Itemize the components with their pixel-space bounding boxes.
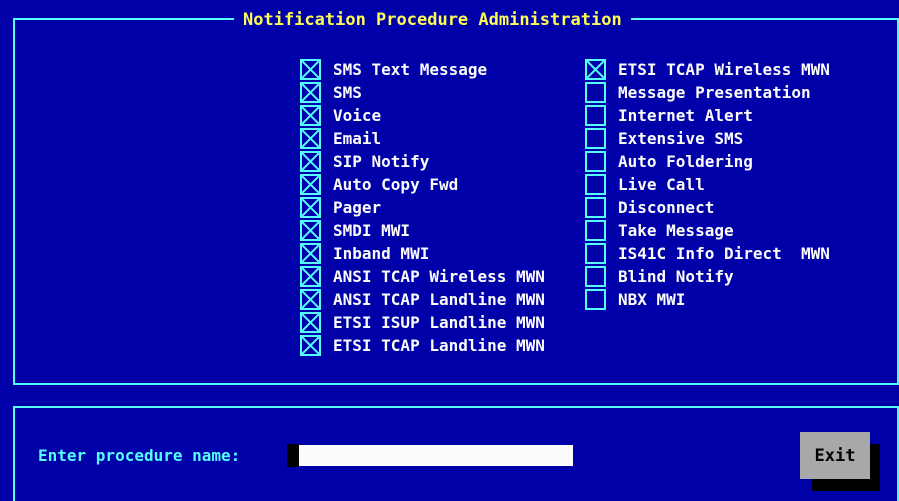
procedure-option-label: Take Message <box>618 221 734 240</box>
check-x-icon <box>587 61 604 78</box>
procedure-option[interactable]: Live Call <box>585 173 705 196</box>
procedure-option[interactable]: Extensive SMS <box>585 127 743 150</box>
check-x-icon <box>302 291 319 308</box>
checkbox-checked[interactable] <box>300 266 321 287</box>
procedure-option-label: ETSI TCAP Landline MWN <box>333 336 545 355</box>
procedure-option[interactable]: ANSI TCAP Landline MWN <box>300 288 545 311</box>
check-x-icon <box>302 153 319 170</box>
check-x-icon <box>302 84 319 101</box>
procedure-name-label: Enter procedure name: <box>38 446 241 465</box>
checkbox-unchecked[interactable] <box>585 220 606 241</box>
check-x-icon <box>302 130 319 147</box>
procedure-option-label: SMDI MWI <box>333 221 411 240</box>
checkbox-checked[interactable] <box>300 151 321 172</box>
text-cursor <box>287 444 299 467</box>
check-x-icon <box>302 176 319 193</box>
procedure-option[interactable]: Email <box>300 127 381 150</box>
checkbox-unchecked[interactable] <box>585 289 606 310</box>
procedure-option-label: Message Presentation <box>618 83 811 102</box>
procedure-option[interactable]: Take Message <box>585 219 734 242</box>
checkbox-checked[interactable] <box>300 289 321 310</box>
procedure-option-label: Email <box>333 129 382 148</box>
check-x-icon <box>302 199 319 216</box>
check-x-icon <box>302 222 319 239</box>
procedure-option[interactable]: IS41C Info Direct MWN <box>585 242 830 265</box>
procedure-option[interactable]: Message Presentation <box>585 81 811 104</box>
procedure-option[interactable]: Voice <box>300 104 381 127</box>
procedure-option-label: Auto Foldering <box>618 152 753 171</box>
procedure-option-label: ANSI TCAP Wireless MWN <box>333 267 545 286</box>
check-x-icon <box>302 245 319 262</box>
procedure-option[interactable]: ETSI TCAP Wireless MWN <box>585 58 830 81</box>
procedure-option-label: Auto Copy Fwd <box>333 175 459 194</box>
procedure-option[interactable]: SIP Notify <box>300 150 429 173</box>
procedure-option-label: NBX MWI <box>618 290 686 309</box>
procedure-option[interactable]: Disconnect <box>585 196 714 219</box>
check-x-icon <box>302 61 319 78</box>
procedure-option-label: Extensive SMS <box>618 129 744 148</box>
procedure-option[interactable]: ETSI TCAP Landline MWN <box>300 334 545 357</box>
checkbox-unchecked[interactable] <box>585 151 606 172</box>
procedure-option[interactable]: Auto Copy Fwd <box>300 173 458 196</box>
checkbox-unchecked[interactable] <box>585 197 606 218</box>
checkbox-checked[interactable] <box>585 59 606 80</box>
checkbox-checked[interactable] <box>300 197 321 218</box>
checkbox-unchecked[interactable] <box>585 243 606 264</box>
procedure-option-label: Disconnect <box>618 198 715 217</box>
procedure-option-label: SMS <box>333 83 362 102</box>
checkbox-checked[interactable] <box>300 243 321 264</box>
procedure-option-label: Pager <box>333 198 382 217</box>
checkbox-checked[interactable] <box>300 312 321 333</box>
procedure-option[interactable]: ANSI TCAP Wireless MWN <box>300 265 545 288</box>
checkbox-unchecked[interactable] <box>585 128 606 149</box>
procedure-option[interactable]: Pager <box>300 196 381 219</box>
procedure-option-label: IS41C Info Direct MWN <box>618 244 830 263</box>
exit-button[interactable]: Exit <box>800 432 870 479</box>
checkbox-unchecked[interactable] <box>585 105 606 126</box>
procedure-option-label: Live Call <box>618 175 705 194</box>
check-x-icon <box>302 268 319 285</box>
checkbox-checked[interactable] <box>300 105 321 126</box>
check-x-icon <box>302 107 319 124</box>
procedure-option-label: ETSI ISUP Landline MWN <box>333 313 545 332</box>
checkbox-checked[interactable] <box>300 174 321 195</box>
procedure-option[interactable]: ETSI ISUP Landline MWN <box>300 311 545 334</box>
checkbox-checked[interactable] <box>300 82 321 103</box>
procedure-option[interactable]: Blind Notify <box>585 265 734 288</box>
procedure-option-label: Inband MWI <box>333 244 430 263</box>
procedure-name-input[interactable] <box>299 445 573 466</box>
checkbox-checked[interactable] <box>300 128 321 149</box>
procedure-option[interactable]: SMS <box>300 81 362 104</box>
procedure-option[interactable]: NBX MWI <box>585 288 685 311</box>
window-title: Notification Procedure Administration <box>234 10 631 30</box>
check-x-icon <box>302 314 319 331</box>
checkbox-unchecked[interactable] <box>585 174 606 195</box>
procedure-option-label: SIP Notify <box>333 152 430 171</box>
checkbox-unchecked[interactable] <box>585 82 606 103</box>
check-x-icon <box>302 337 319 354</box>
procedure-option[interactable]: Inband MWI <box>300 242 429 265</box>
checkbox-unchecked[interactable] <box>585 266 606 287</box>
procedure-option-label: Voice <box>333 106 382 125</box>
procedure-option[interactable]: Auto Foldering <box>585 150 753 173</box>
procedure-option-label: ANSI TCAP Landline MWN <box>333 290 545 309</box>
procedure-option[interactable]: Internet Alert <box>585 104 753 127</box>
procedure-option-label: Blind Notify <box>618 267 734 286</box>
procedure-option[interactable]: SMS Text Message <box>300 58 487 81</box>
procedure-option-label: Internet Alert <box>618 106 753 125</box>
checkbox-checked[interactable] <box>300 220 321 241</box>
procedure-option-label: SMS Text Message <box>333 60 488 79</box>
checkbox-checked[interactable] <box>300 59 321 80</box>
procedure-option[interactable]: SMDI MWI <box>300 219 410 242</box>
procedure-option-label: ETSI TCAP Wireless MWN <box>618 60 830 79</box>
checkbox-checked[interactable] <box>300 335 321 356</box>
